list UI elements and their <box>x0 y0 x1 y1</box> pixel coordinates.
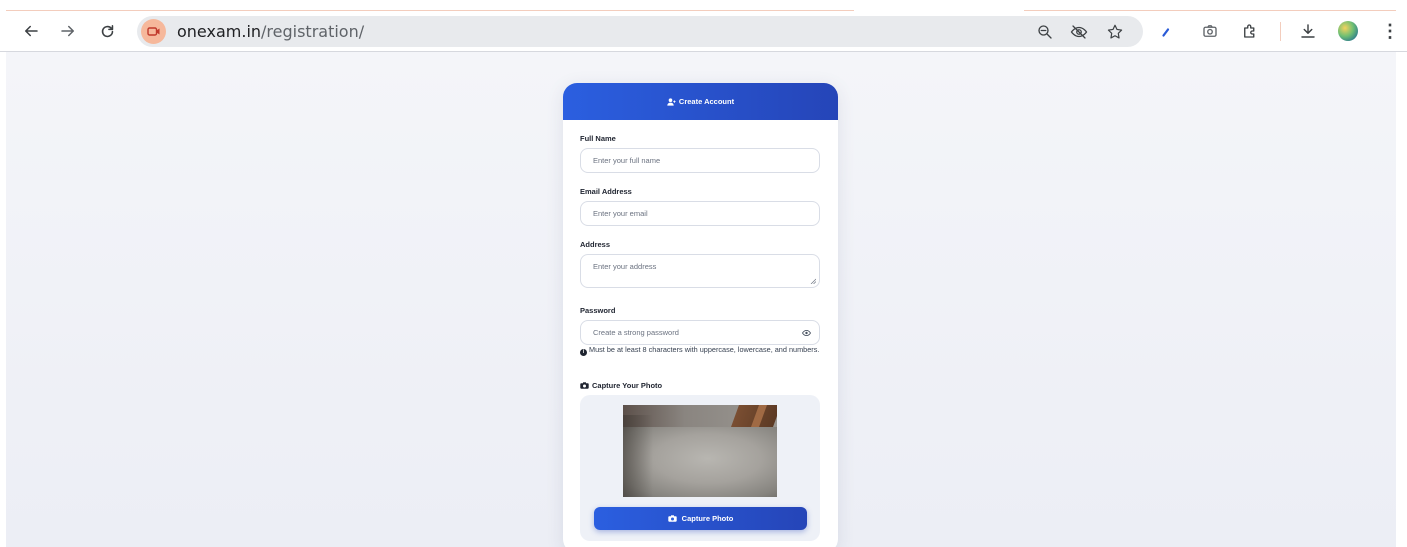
extensions-puzzle-icon[interactable] <box>1240 21 1260 41</box>
pen-icon[interactable] <box>1158 21 1178 41</box>
bookmark-star-icon[interactable] <box>1105 22 1125 42</box>
address-bar[interactable]: onexam.in/registration/ <box>137 16 1143 47</box>
show-password-eye-icon[interactable] <box>802 329 811 337</box>
password-hint-text: Must be at least 8 characters with upper… <box>589 345 820 354</box>
browser-toolbar: onexam.in/registration/ ⋮ <box>0 0 1407 52</box>
tab-strip-indicator <box>1024 10 1396 11</box>
capture-photo-button-label: Capture Photo <box>681 514 734 523</box>
password-hint: i Must be at least 8 characters with uppe… <box>580 344 820 356</box>
full-name-field <box>580 148 820 173</box>
camera-in-use-icon[interactable] <box>141 19 166 44</box>
forward-arrow-icon[interactable] <box>57 20 79 42</box>
resize-grip-icon[interactable] <box>810 278 816 284</box>
info-icon: i <box>580 349 587 356</box>
camera-icon <box>667 515 677 522</box>
email-field <box>580 201 820 226</box>
full-name-input[interactable] <box>581 149 819 172</box>
capture-photo-button[interactable]: Capture Photo <box>594 507 807 530</box>
password-field <box>580 320 820 345</box>
screenshot-camera-icon[interactable] <box>1200 21 1220 41</box>
email-label: Email Address <box>580 187 632 196</box>
password-input[interactable] <box>581 321 819 344</box>
address-textarea[interactable] <box>581 255 819 287</box>
tab-strip-indicator <box>6 10 854 11</box>
camera-preview <box>623 405 777 497</box>
more-menu-icon[interactable]: ⋮ <box>1381 20 1399 42</box>
address-label: Address <box>580 240 611 249</box>
card-header: Create Account <box>563 83 838 120</box>
url-host: onexam.in <box>177 22 262 41</box>
password-label: Password <box>580 306 616 315</box>
capture-photo-label: Capture Your Photo <box>580 381 662 390</box>
download-icon[interactable] <box>1298 21 1318 41</box>
tracking-off-eye-icon[interactable] <box>1069 22 1089 42</box>
address-field <box>580 254 820 288</box>
url-text[interactable]: onexam.in/registration/ <box>177 22 364 41</box>
full-name-label: Full Name <box>580 134 616 143</box>
url-path: /registration/ <box>261 22 365 41</box>
capture-photo-label-text: Capture Your Photo <box>592 381 663 390</box>
email-input[interactable] <box>581 202 819 225</box>
profile-avatar[interactable] <box>1338 21 1358 41</box>
registration-card: Create Account Full Name Email Address A… <box>563 83 838 547</box>
zoom-out-icon[interactable] <box>1035 22 1055 42</box>
page-background: Create Account Full Name Email Address A… <box>6 52 1396 547</box>
camera-icon <box>580 382 589 389</box>
reload-icon[interactable] <box>96 20 118 42</box>
camera-panel: Capture Photo <box>580 395 820 541</box>
card-title: Create Account <box>678 97 735 106</box>
toolbar-separator <box>1280 22 1281 41</box>
back-arrow-icon[interactable] <box>20 20 42 42</box>
user-plus-icon <box>667 97 676 106</box>
